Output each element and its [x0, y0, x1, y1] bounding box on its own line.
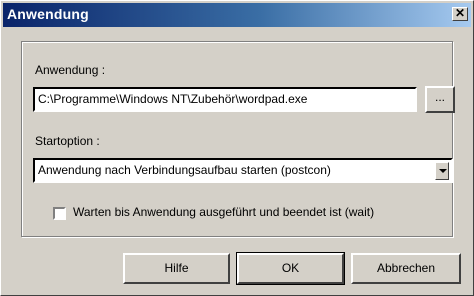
app-path-input[interactable]: C:\Programme\Windows NT\Zubehör\wordpad.… [33, 87, 417, 112]
startoption-select[interactable]: Anwendung nach Verbindungsaufbau starten… [33, 158, 453, 183]
browse-button[interactable]: ... [425, 86, 455, 113]
ok-button[interactable]: OK [236, 252, 345, 285]
cancel-button[interactable]: Abbrechen [351, 253, 461, 284]
startoption-value: Anwendung nach Verbindungsaufbau starten… [38, 163, 331, 177]
help-button[interactable]: Hilfe [123, 253, 230, 284]
close-button[interactable]: ✕ [452, 7, 468, 21]
dialog-window: Anwendung ✕ Anwendung : C:\Programme\Win… [0, 0, 474, 296]
startoption-label: Startoption : [35, 134, 100, 148]
close-icon: ✕ [454, 6, 466, 20]
window-title: Anwendung [7, 6, 89, 22]
app-path-label: Anwendung : [35, 63, 105, 77]
app-path-label-text: Anwendung : [35, 63, 106, 77]
chevron-down-icon[interactable] [435, 162, 449, 180]
wait-checkbox-label[interactable]: Warten bis Anwendung ausgeführt und been… [73, 205, 374, 219]
wait-checkbox[interactable] [53, 207, 66, 220]
title-bar[interactable]: Anwendung ✕ [3, 3, 471, 27]
